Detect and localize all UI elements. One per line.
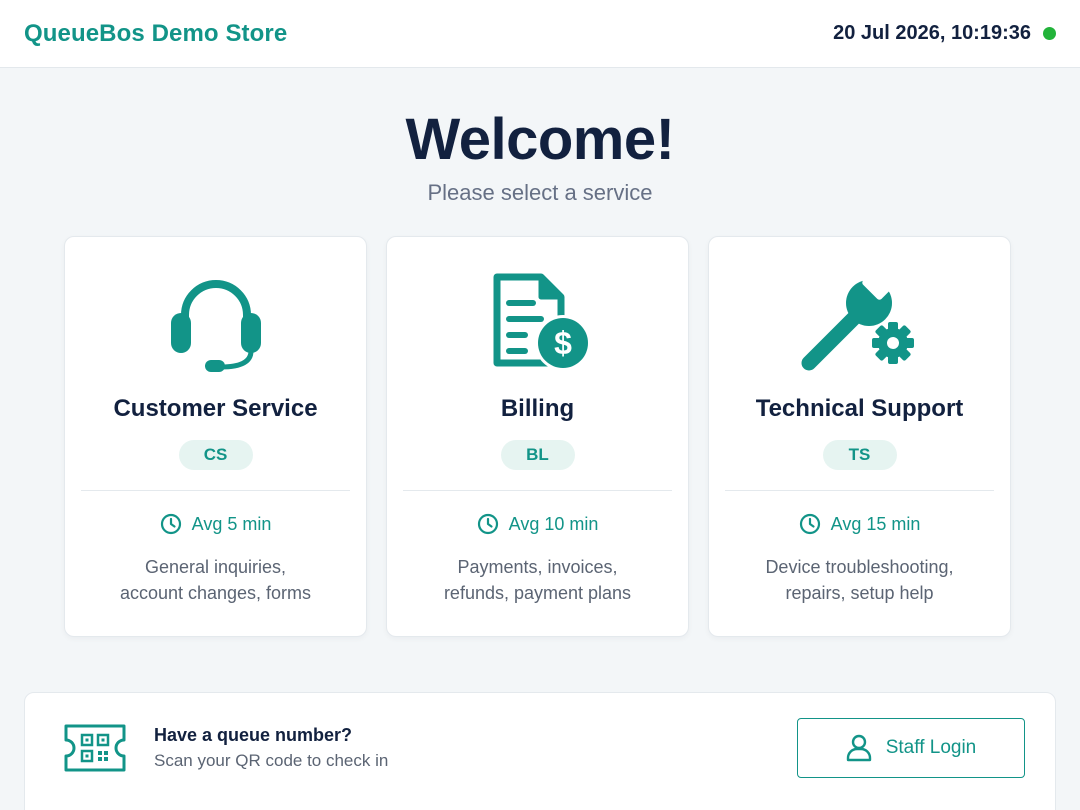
service-title: Technical Support <box>755 395 964 422</box>
checkin-panel: Have a queue number? Scan your QR code t… <box>24 692 1056 810</box>
svg-text:$: $ <box>554 325 572 361</box>
service-card-customer-service[interactable]: Customer Service CS Avg 5 min General in… <box>64 236 367 637</box>
service-title: Customer Service <box>113 395 318 422</box>
description-line: Device troubleshooting, <box>765 557 954 577</box>
service-title: Billing <box>500 395 575 422</box>
service-card-technical-support[interactable]: Technical Support TS Avg 15 min Device t… <box>708 236 1011 637</box>
wait-time-label: Avg 10 min <box>508 513 599 534</box>
datetime: 20 Jul 2026, 10:19:36 <box>833 22 1031 44</box>
user-icon <box>846 734 871 762</box>
card-divider <box>403 490 672 491</box>
wait-time: Avg 5 min <box>65 513 366 535</box>
wait-time: Avg 15 min <box>709 513 1010 535</box>
checkin-title: Have a queue number? <box>154 725 353 745</box>
staff-login-button[interactable]: Staff Login <box>797 718 1025 778</box>
clock-icon <box>160 513 181 535</box>
description-line: repairs, setup help <box>785 583 934 603</box>
description-line: account changes, forms <box>119 583 312 603</box>
clock-icon <box>477 513 498 535</box>
card-divider <box>725 490 994 491</box>
invoice-dollar-icon: $ <box>387 267 688 377</box>
service-code-badge: CS <box>178 440 253 470</box>
online-status-dot <box>1043 27 1056 40</box>
card-divider <box>81 490 350 491</box>
service-description: General inquiries, account changes, form… <box>81 554 350 606</box>
service-code-badge: TS <box>822 440 897 470</box>
service-card-billing[interactable]: $ Billing BL Avg 10 min Payments, invoic… <box>386 236 689 637</box>
description-line: Payments, invoices, <box>457 557 618 577</box>
header-bar: QueueBos Demo Store 20 Jul 2026, 10:19:3… <box>0 0 1080 68</box>
headset-icon <box>65 267 366 377</box>
wait-time: Avg 10 min <box>387 513 688 535</box>
staff-login-label: Staff Login <box>885 737 977 758</box>
qr-ticket-icon <box>62 722 128 779</box>
service-description: Payments, invoices, refunds, payment pla… <box>403 554 672 606</box>
page-subtitle: Please select a service <box>427 180 653 205</box>
clock-area: 20 Jul 2026, 10:19:36 <box>833 22 1056 45</box>
clock-icon <box>799 513 820 535</box>
wrench-gear-icon <box>709 267 1010 377</box>
description-line: refunds, payment plans <box>443 583 632 603</box>
service-code-badge: BL <box>500 440 575 470</box>
page-title: Welcome! <box>405 107 675 172</box>
description-line: General inquiries, <box>144 557 287 577</box>
wait-time-label: Avg 15 min <box>830 513 921 534</box>
service-description: Device troubleshooting, repairs, setup h… <box>725 554 994 606</box>
brand-name: QueueBos Demo Store <box>24 19 288 47</box>
wait-time-label: Avg 5 min <box>191 513 272 534</box>
checkin-subtitle: Scan your QR code to check in <box>154 751 389 770</box>
